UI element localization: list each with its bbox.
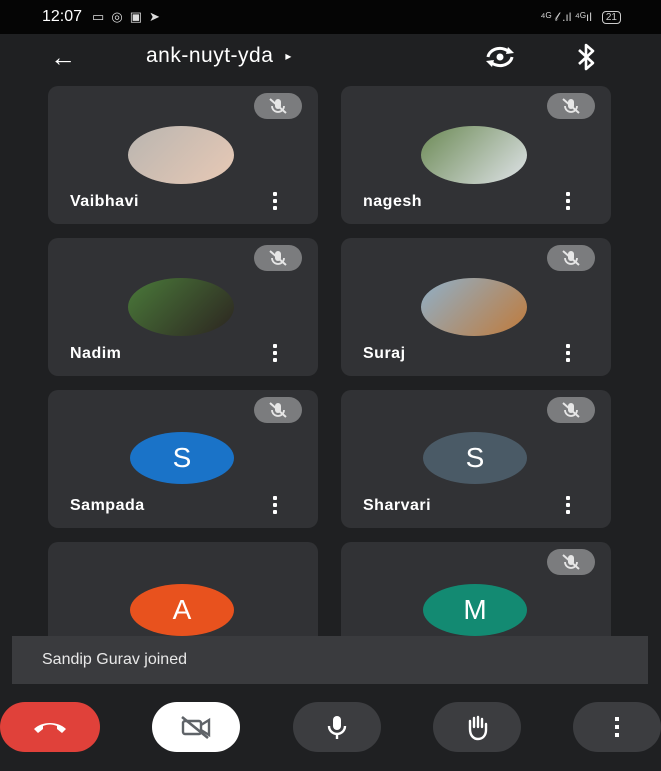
send-icon: ➤ — [148, 9, 160, 24]
mic-off-icon — [547, 245, 595, 271]
participant-name: Vaibhavi — [70, 193, 139, 210]
clock: 12:07 — [42, 8, 83, 25]
microphone-icon — [327, 716, 347, 739]
participant-initial-avatar: M — [423, 584, 527, 636]
mic-off-icon — [254, 245, 302, 271]
participant-photo — [421, 278, 527, 336]
join-notification-text: Sandip Gurav joined — [42, 651, 187, 668]
participant-initial-avatar: A — [130, 584, 234, 636]
participant-tile[interactable]: Nadim — [48, 238, 318, 376]
call-controls — [0, 694, 661, 771]
participant-more-icon[interactable] — [563, 494, 573, 516]
whatsapp-icon: ◎ — [111, 9, 123, 24]
caret-right-icon: ▸ — [285, 49, 292, 63]
mic-off-icon — [254, 397, 302, 423]
status-bar: 12:07 ▭ ◎ ▣ ➤ ⁴ᴳ 𝓁 .ıl ⁴ᴳıl 21 — [0, 0, 661, 34]
camera-toggle-button[interactable] — [152, 702, 240, 752]
video-off-icon — [181, 715, 211, 740]
battery-indicator: 21 — [601, 10, 621, 24]
hang-up-icon — [34, 723, 66, 733]
participant-more-icon[interactable] — [270, 494, 280, 516]
back-arrow-icon[interactable]: ← — [50, 42, 76, 73]
participant-tile[interactable]: Vaibhavi — [48, 86, 318, 224]
chat-icon: ▣ — [129, 9, 142, 24]
participant-more-icon[interactable] — [563, 190, 573, 212]
participant-photo — [128, 126, 234, 184]
meeting-code: ank-nuyt-yda — [146, 44, 274, 67]
participant-more-icon[interactable] — [563, 342, 573, 364]
mic-off-icon — [254, 93, 302, 119]
meeting-title-button[interactable]: ank-nuyt-yda ▸ — [146, 44, 292, 68]
more-options-button[interactable] — [573, 702, 661, 752]
participant-name: nagesh — [363, 193, 423, 210]
mic-off-icon — [547, 549, 595, 575]
participant-tile[interactable]: Suraj — [341, 238, 611, 376]
cast-icon: ▭ — [92, 9, 105, 24]
participant-photo — [421, 126, 527, 184]
raise-hand-icon — [468, 715, 488, 741]
participant-name: Sampada — [70, 497, 145, 514]
participant-more-icon[interactable] — [270, 190, 280, 212]
mic-off-icon — [547, 93, 595, 119]
microphone-button[interactable] — [293, 702, 381, 752]
signal-indicators: ⁴ᴳ 𝓁 .ıl ⁴ᴳıl — [540, 9, 592, 24]
more-vertical-icon — [615, 717, 619, 737]
participant-tile[interactable]: nagesh — [341, 86, 611, 224]
join-notification: Sandip Gurav joined — [12, 636, 648, 684]
raise-hand-button[interactable] — [433, 702, 521, 752]
participant-name: Nadim — [70, 345, 122, 362]
participant-initial-avatar: S — [423, 432, 527, 484]
participant-name: Sharvari — [363, 497, 432, 514]
participant-more-icon[interactable] — [270, 342, 280, 364]
participant-name: Suraj — [363, 345, 406, 362]
participant-initial-avatar: S — [130, 432, 234, 484]
participant-photo — [128, 278, 234, 336]
participant-tile[interactable]: S Sampada — [48, 390, 318, 528]
bluetooth-audio-icon[interactable] — [573, 42, 599, 72]
switch-camera-icon[interactable] — [482, 44, 518, 70]
meeting-header: ← ank-nuyt-yda ▸ — [0, 34, 661, 78]
mic-off-icon — [547, 397, 595, 423]
end-call-button[interactable] — [0, 702, 100, 752]
participant-tile[interactable]: S Sharvari — [341, 390, 611, 528]
